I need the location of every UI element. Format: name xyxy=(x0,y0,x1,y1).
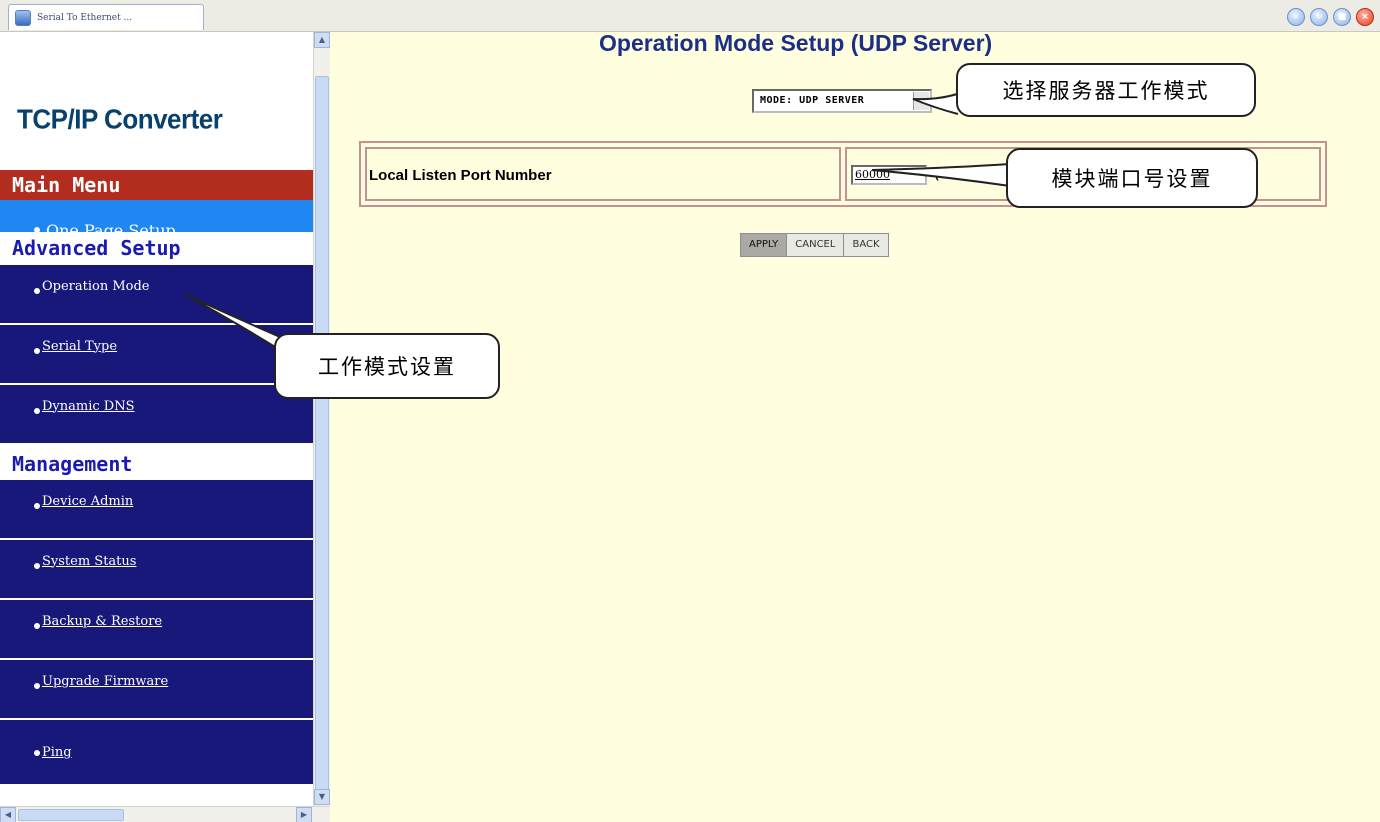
back-icon[interactable]: « xyxy=(1287,8,1305,26)
sidebar-item-label: Upgrade Firmware xyxy=(42,673,169,689)
scrollbar-thumb[interactable] xyxy=(315,76,329,796)
sidebar-item-label: System Status xyxy=(42,553,137,569)
bullet-icon xyxy=(34,348,40,354)
sidebar-item-dynamic-dns[interactable]: Dynamic DNS xyxy=(0,385,313,445)
page-icon xyxy=(15,9,31,26)
management-heading: Management xyxy=(0,448,313,480)
callout-select-mode: 选择服务器工作模式 xyxy=(956,63,1256,117)
scroll-right-icon[interactable]: ▶ xyxy=(296,807,312,822)
logo: TCP/IP Converter xyxy=(17,103,223,135)
sidebar-item-label: Dynamic DNS xyxy=(42,398,135,414)
sidebar-item-operation-mode[interactable]: Operation Mode xyxy=(0,265,313,325)
browser-tab[interactable]: Serial To Ethernet ... xyxy=(8,4,204,30)
sidebar-vertical-scrollbar[interactable]: ▲ ▼ xyxy=(313,32,330,806)
bullet-icon xyxy=(34,683,40,689)
cancel-button[interactable]: CANCEL xyxy=(786,233,845,257)
refresh-icon[interactable]: ↻ xyxy=(1310,8,1328,26)
sidebar-item-label: Ping xyxy=(42,744,72,760)
bullet-icon xyxy=(34,563,40,569)
sidebar-item-serial-type[interactable]: Serial Type xyxy=(0,325,313,385)
bullet-icon xyxy=(34,503,40,509)
sidebar-item-label: Device Admin xyxy=(42,493,134,509)
close-icon[interactable]: × xyxy=(1356,8,1374,26)
sidebar-item-label: Serial Type xyxy=(42,338,118,354)
bullet-icon xyxy=(34,288,40,294)
back-button[interactable]: BACK xyxy=(843,233,889,257)
sidebar-item-device-admin[interactable]: Device Admin xyxy=(0,480,313,540)
sidebar-item-label: Backup & Restore xyxy=(42,613,163,629)
port-input[interactable]: 60000 xyxy=(851,165,927,185)
sidebar-item-upgrade-firmware[interactable]: Upgrade Firmware xyxy=(0,660,313,720)
scrollbar-thumb[interactable] xyxy=(18,809,124,821)
sidebar: TCP/IP Converter Main Menu One Page Setu… xyxy=(0,32,313,822)
sidebar-item-ping[interactable]: Ping xyxy=(0,720,313,786)
callout-port-setting: 模块端口号设置 xyxy=(1006,148,1258,208)
apply-button[interactable]: APPLY xyxy=(740,233,788,257)
screen: Serial To Ethernet ... « ↻ ■ × TCP/IP Co… xyxy=(0,0,1380,822)
chevron-down-icon[interactable]: ▼ xyxy=(913,92,929,110)
callout-mode-setting: 工作模式设置 xyxy=(274,333,500,399)
main-menu-heading: Main Menu xyxy=(0,170,313,200)
mode-select[interactable]: MODE: UDP SERVER ▼ xyxy=(752,89,932,113)
stop-icon[interactable]: ■ xyxy=(1333,8,1351,26)
action-buttons: APPLY CANCEL BACK xyxy=(740,233,889,257)
sidebar-item-backup-restore[interactable]: Backup & Restore xyxy=(0,600,313,660)
mode-select-value: MODE: UDP SERVER xyxy=(760,95,865,106)
bullet-icon xyxy=(34,408,40,414)
window-controls: « ↻ ■ × xyxy=(1287,8,1374,26)
port-label: Local Listen Port Number xyxy=(365,147,841,201)
advanced-setup-heading: Advanced Setup xyxy=(0,232,313,264)
sidebar-item-system-status[interactable]: System Status xyxy=(0,540,313,600)
browser-tab-title: Serial To Ethernet ... xyxy=(37,12,133,23)
scroll-down-icon[interactable]: ▼ xyxy=(314,789,330,805)
sidebar-item-label: Operation Mode xyxy=(42,278,150,294)
sidebar-horizontal-scrollbar[interactable]: ◀ ▶ xyxy=(0,806,330,822)
scroll-left-icon[interactable]: ◀ xyxy=(0,807,16,822)
browser-tab-strip: Serial To Ethernet ... « ↻ ■ × xyxy=(0,0,1380,32)
bullet-icon xyxy=(34,623,40,629)
page-title: Operation Mode Setup (UDP Server) xyxy=(599,30,993,56)
scroll-up-icon[interactable]: ▲ xyxy=(314,32,330,48)
bullet-icon xyxy=(34,750,40,756)
port-range-hint: (0 - 65535) xyxy=(935,169,989,181)
